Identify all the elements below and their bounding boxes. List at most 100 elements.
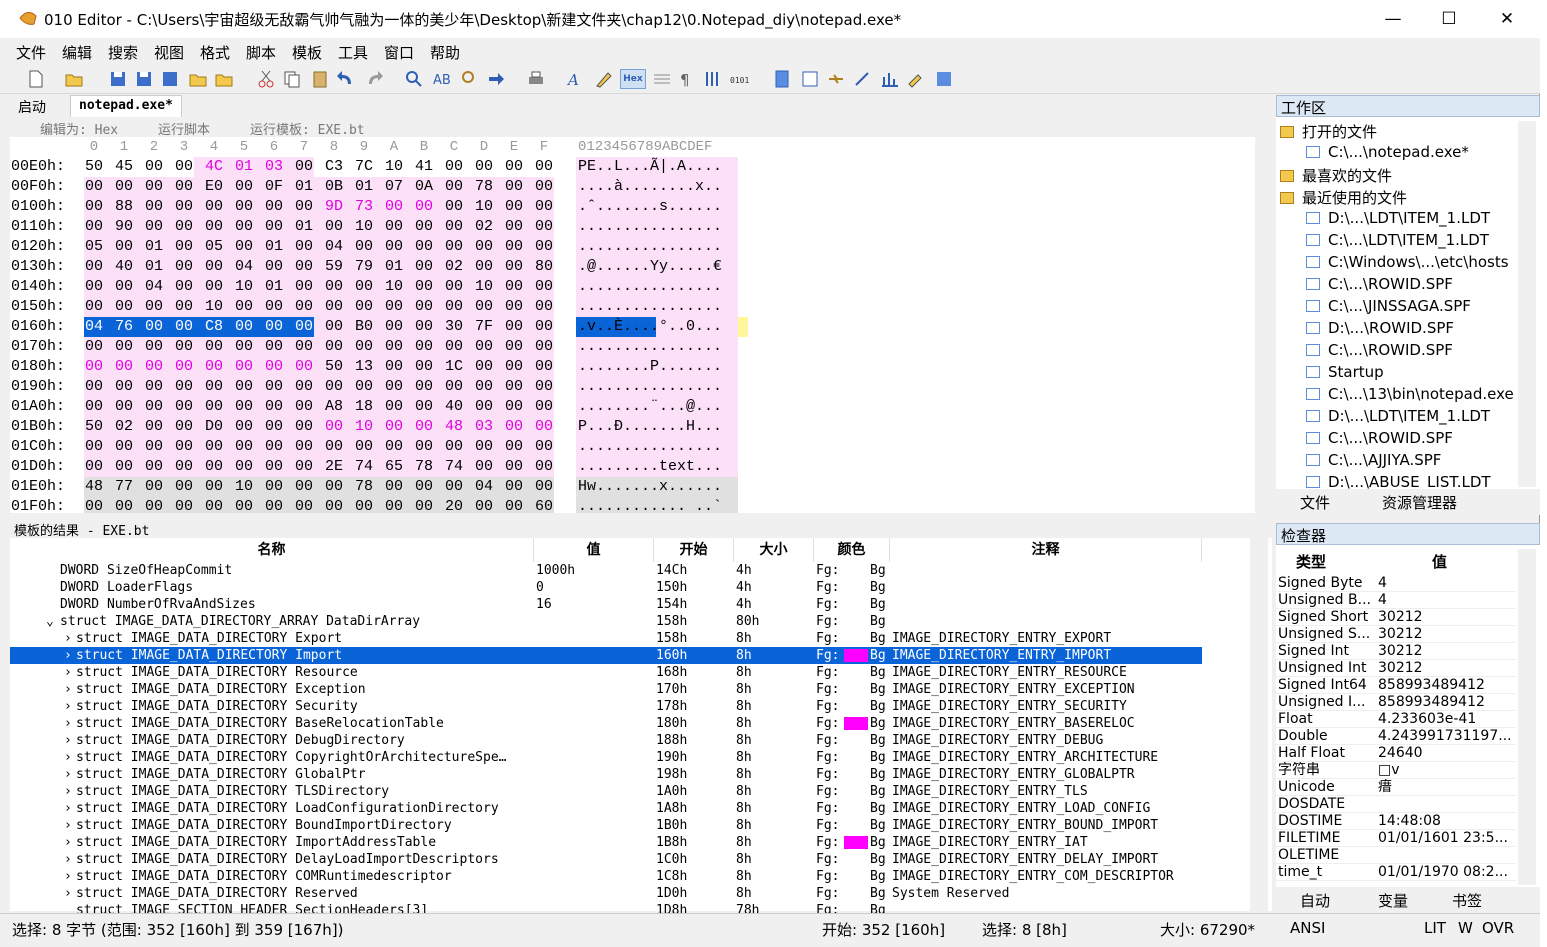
hex-byte[interactable]: 00 bbox=[409, 197, 439, 217]
menu-item-6[interactable]: 模板 bbox=[292, 42, 322, 63]
hex-byte[interactable]: 00 bbox=[109, 437, 139, 457]
hex-byte[interactable]: 01 bbox=[289, 177, 319, 197]
hex-byte[interactable]: 00 bbox=[289, 197, 319, 217]
hex-byte[interactable]: 00 bbox=[379, 217, 409, 237]
hash-icon[interactable] bbox=[852, 69, 872, 89]
template-row[interactable]: › struct IMAGE_DATA_DIRECTORY Resource 168… bbox=[10, 664, 1202, 681]
status-ovr[interactable]: OVR bbox=[1482, 919, 1514, 937]
hex-byte[interactable]: 00 bbox=[259, 457, 289, 477]
status-w[interactable]: W bbox=[1458, 919, 1473, 937]
hex-byte[interactable]: 00 bbox=[169, 277, 199, 297]
hex-byte[interactable]: 00 bbox=[499, 157, 529, 177]
template-row[interactable]: DWORD LoaderFlags 0 150h 4h Fg: Bg bbox=[10, 579, 1202, 596]
hex-byte[interactable]: 00 bbox=[259, 477, 289, 497]
hex-row[interactable]: 0160h: 04 76 00 00 C8 00 00 00 00 B0 00 00 30 7F 00 00 .v… bbox=[10, 317, 750, 337]
hex-byte[interactable]: 00 bbox=[169, 257, 199, 277]
hex-byte[interactable]: 00 bbox=[379, 477, 409, 497]
hex-byte[interactable]: 79 bbox=[349, 257, 379, 277]
hex-byte[interactable]: 00 bbox=[469, 497, 499, 513]
chevron-right-icon[interactable]: › bbox=[64, 647, 74, 664]
template-row[interactable]: DWORD SizeOfHeapCommit 1000h 14Ch 4h Fg: Bg bbox=[10, 562, 1202, 579]
template-row[interactable]: › struct IMAGE_DATA_DIRECTORY TLSDirector… bbox=[10, 783, 1202, 800]
hex-byte[interactable]: 00 bbox=[229, 237, 259, 257]
hex-byte[interactable]: 00 bbox=[499, 217, 529, 237]
hex-byte[interactable]: 00 bbox=[529, 197, 559, 217]
hex-byte[interactable]: 00 bbox=[319, 277, 349, 297]
hex-byte[interactable]: 00 bbox=[79, 197, 109, 217]
hex-byte[interactable]: 00 bbox=[499, 477, 529, 497]
hex-byte[interactable]: 02 bbox=[469, 217, 499, 237]
hex-byte[interactable]: 00 bbox=[379, 337, 409, 357]
ruler-icon[interactable] bbox=[652, 69, 672, 89]
template-row[interactable]: › struct IMAGE_DATA_DIRECTORY DelayLoadIm… bbox=[10, 851, 1202, 868]
hex-row[interactable]: 0170h: 00 00 00 00 00 00 00 00 00 00 00 00 00 00 00 00..… bbox=[10, 337, 750, 357]
hex-byte[interactable]: 00 bbox=[529, 317, 559, 337]
hex-byte[interactable]: 00 bbox=[139, 157, 169, 177]
hex-row[interactable]: 0110h: 00 90 00 00 00 00 00 01 00 10 00 00 00 02 00 00..… bbox=[10, 217, 750, 237]
inspector-row[interactable]: Float 4.233603e-41 bbox=[1276, 711, 1516, 728]
hex-row[interactable]: 01F0h: 00 00 00 00 00 00 00 00 00 00 00 00 20 00 00 60..… bbox=[10, 497, 750, 513]
hex-byte[interactable]: 00 bbox=[499, 497, 529, 513]
hex-byte[interactable]: 00 bbox=[289, 417, 319, 437]
template-row[interactable]: ⌄ struct IMAGE_DATA_DIRECTORY_ARRAY DataD… bbox=[10, 613, 1202, 630]
hex-byte[interactable]: 00 bbox=[169, 417, 199, 437]
hex-byte[interactable]: 00 bbox=[259, 257, 289, 277]
hex-byte[interactable]: 00 bbox=[349, 237, 379, 257]
tree-recent-file[interactable]: C:\...\13\bin\notepad.exe bbox=[1306, 385, 1514, 407]
hex-byte[interactable]: 00 bbox=[259, 317, 289, 337]
hex-byte[interactable]: 00 bbox=[139, 177, 169, 197]
chevron-right-icon[interactable]: › bbox=[64, 851, 74, 868]
hex-byte[interactable]: 76 bbox=[109, 317, 139, 337]
hex-byte[interactable]: 00 bbox=[139, 397, 169, 417]
hex-byte[interactable]: 30 bbox=[439, 317, 469, 337]
edit-as-dropdown[interactable]: 编辑为: Hex bbox=[40, 119, 118, 138]
hex-row[interactable]: 01B0h: 50 02 00 00 D0 00 00 00 00 10 00 00 48 03 00 00 P.… bbox=[10, 417, 750, 437]
hex-byte[interactable]: 00 bbox=[109, 357, 139, 377]
hex-byte[interactable]: 00 bbox=[319, 297, 349, 317]
hex-byte[interactable]: 00 bbox=[379, 377, 409, 397]
tab-variables[interactable]: 变量 bbox=[1378, 890, 1408, 911]
hex-byte[interactable]: 00 bbox=[379, 417, 409, 437]
hex-byte[interactable]: 01 bbox=[229, 157, 259, 177]
menu-item-9[interactable]: 帮助 bbox=[430, 42, 460, 63]
hex-byte[interactable]: 10 bbox=[349, 217, 379, 237]
hex-row[interactable]: 0190h: 00 00 00 00 00 00 00 00 00 00 00 00 00 00 00 00..… bbox=[10, 377, 750, 397]
hex-byte[interactable]: 00 bbox=[349, 437, 379, 457]
hex-byte[interactable]: 00 bbox=[469, 297, 499, 317]
hex-byte[interactable]: 01 bbox=[379, 257, 409, 277]
hex-byte[interactable]: 59 bbox=[319, 257, 349, 277]
menu-item-2[interactable]: 搜索 bbox=[108, 42, 138, 63]
hex-byte[interactable]: 04 bbox=[79, 317, 109, 337]
hex-byte[interactable]: 00 bbox=[199, 217, 229, 237]
template-row[interactable]: › struct IMAGE_DATA_DIRECTORY Security 178… bbox=[10, 698, 1202, 715]
hex-byte[interactable]: 00 bbox=[229, 337, 259, 357]
inspector-scrollbar[interactable] bbox=[1518, 549, 1536, 885]
hex-byte[interactable]: 00 bbox=[79, 337, 109, 357]
hex-byte[interactable]: 02 bbox=[109, 417, 139, 437]
hex-byte[interactable]: 00 bbox=[199, 437, 229, 457]
tree-recent-file[interactable]: C:\...\LDT\ITEM_1.LDT bbox=[1306, 231, 1489, 253]
hex-byte[interactable]: 00 bbox=[379, 397, 409, 417]
hex-byte[interactable]: 01 bbox=[259, 277, 289, 297]
hex-byte[interactable]: 00 bbox=[529, 277, 559, 297]
hex-byte[interactable]: 00 bbox=[319, 437, 349, 457]
hex-byte[interactable]: 00 bbox=[199, 197, 229, 217]
hex-row-ascii[interactable]: ................ bbox=[578, 217, 722, 237]
tab-notepad-exe[interactable]: notepad.exe* bbox=[70, 95, 182, 117]
hex-scrollbar[interactable] bbox=[1255, 137, 1272, 513]
print-icon[interactable] bbox=[526, 69, 546, 89]
columns-icon[interactable] bbox=[704, 69, 724, 89]
tree-recent-file[interactable]: C:\...\AJJIYA.SPF bbox=[1306, 451, 1441, 473]
menu-item-8[interactable]: 窗口 bbox=[384, 42, 414, 63]
hex-byte[interactable]: 00 bbox=[409, 437, 439, 457]
hex-byte[interactable]: 00 bbox=[409, 397, 439, 417]
hex-byte[interactable]: 00 bbox=[199, 337, 229, 357]
hex-byte[interactable]: 00 bbox=[499, 277, 529, 297]
chevron-right-icon[interactable]: › bbox=[64, 664, 74, 681]
hex-byte[interactable]: 00 bbox=[319, 377, 349, 397]
hex-byte[interactable]: 00 bbox=[499, 377, 529, 397]
hex-byte[interactable]: 00 bbox=[529, 297, 559, 317]
hex-byte[interactable]: 00 bbox=[259, 417, 289, 437]
hex-byte[interactable]: 00 bbox=[229, 217, 259, 237]
tree-recent-file[interactable]: C:\...\JINSSAGA.SPF bbox=[1306, 297, 1471, 319]
